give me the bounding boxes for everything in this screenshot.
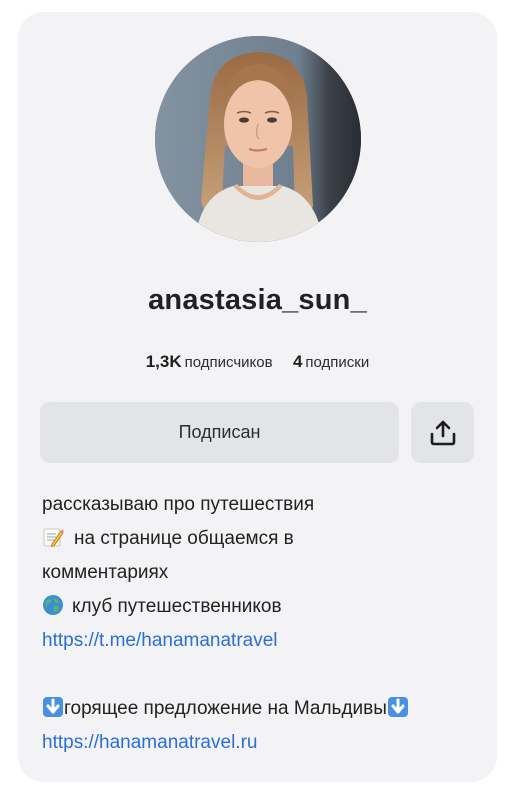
down-arrow-icon (387, 697, 408, 717)
memo-icon (43, 528, 64, 548)
profile-card: anastasia_sun_ 1,3K подписчиков 4 подписки… (18, 12, 497, 782)
bio-offer-text: горящее предложение на Мальдивы (64, 698, 387, 719)
following-count: 4 (292, 352, 303, 371)
down-arrow-icon (43, 697, 63, 717)
profile-stats: 1,3K подписчиков 4 подписки (18, 352, 497, 372)
subscribed-button-label: Подписан (178, 422, 261, 442)
share-icon (430, 420, 455, 445)
website-link[interactable]: https://hanamanatravel.ru (42, 732, 257, 753)
followers-label: подписчиков (184, 354, 273, 371)
telegram-link[interactable]: https://t.me/hanamanatravel (42, 630, 278, 651)
bio-line-2: на странице общаемся в (42, 522, 482, 556)
bio-line-1: рассказываю про путешествия (42, 494, 315, 515)
bio-line-4: клуб путешественников (42, 590, 482, 624)
avatar-photo (155, 36, 361, 242)
share-button[interactable] (411, 402, 474, 463)
avatar[interactable] (155, 36, 361, 242)
bio-line-4-text: клуб путешественников (72, 596, 282, 617)
globe-icon (43, 595, 63, 615)
bio-line-3: комментариях (42, 562, 169, 583)
followers-count: 1,3K (145, 352, 182, 371)
following-stat[interactable]: 4 подписки (292, 352, 370, 371)
bio-offer-line: горящее предложение на Мальдивы (42, 692, 482, 726)
bio: рассказываю про путешествия на странице … (42, 488, 482, 760)
bio-line-2-text: на странице общаемся в (74, 528, 294, 549)
following-label: подписки (305, 354, 370, 371)
followers-stat[interactable]: 1,3K подписчиков (145, 352, 277, 371)
username: anastasia_sun_ (148, 284, 367, 316)
subscribed-button[interactable]: Подписан (40, 402, 399, 463)
